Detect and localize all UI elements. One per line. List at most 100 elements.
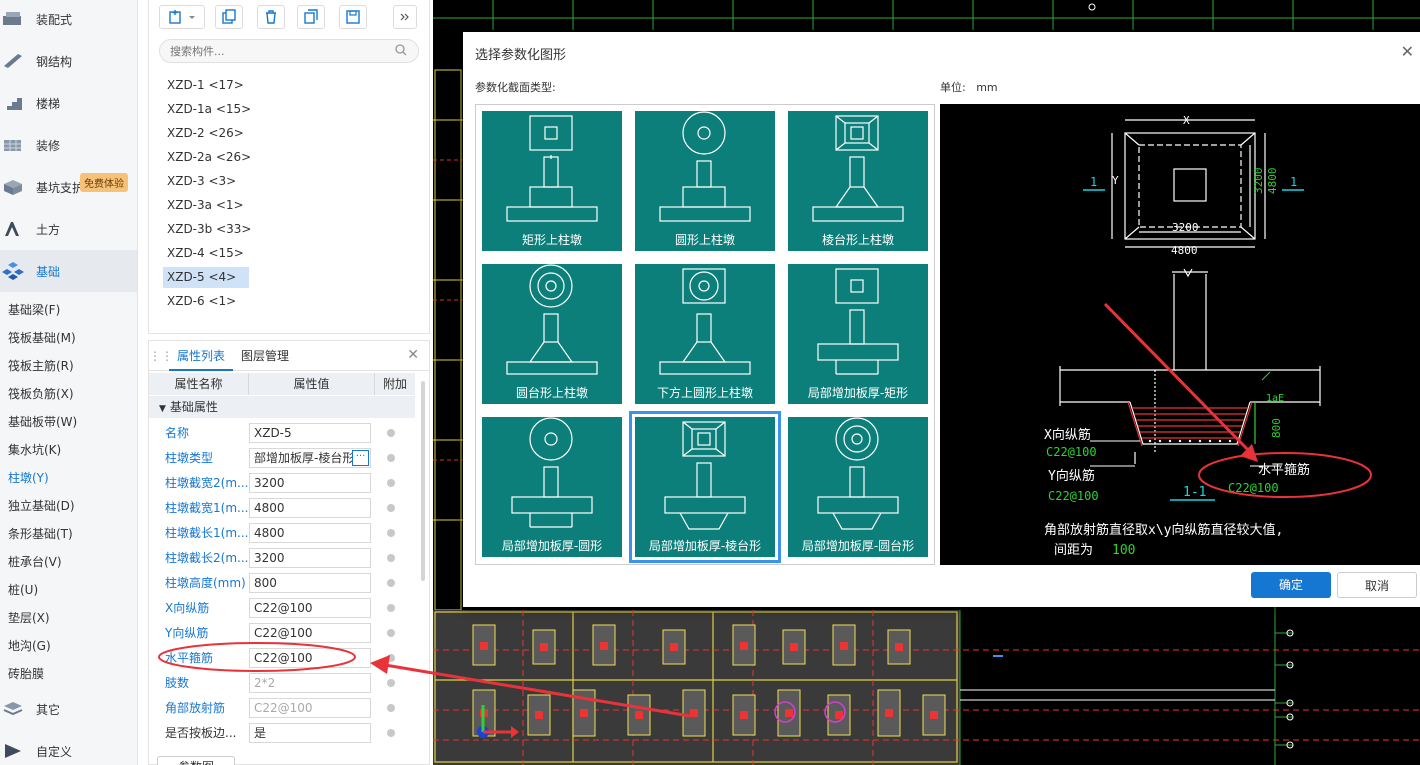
search-icon[interactable]: [395, 44, 407, 59]
attach-checkbox[interactable]: [387, 603, 395, 612]
cancel-button[interactable]: 取消: [1337, 572, 1417, 598]
shape-label: 棱台形上柱墩: [821, 233, 894, 247]
attach-checkbox[interactable]: [387, 428, 395, 437]
attach-checkbox[interactable]: [387, 503, 395, 512]
list-item[interactable]: XZD-4 <15>: [163, 243, 248, 264]
param-diagram-button[interactable]: 参数图: [157, 756, 235, 765]
property-row[interactable]: 名称 XZD-5: [149, 420, 415, 445]
property-row[interactable]: 柱墩截宽1(m... 4800: [149, 495, 415, 520]
category-prefab[interactable]: 装配式: [0, 0, 137, 40]
sidebar-sub-item[interactable]: 条形基础(T): [0, 520, 137, 548]
property-value[interactable]: XZD-5: [249, 422, 371, 443]
shape-tile-square-round-upper[interactable]: 下方上圆形上柱墩: [635, 264, 775, 404]
list-item[interactable]: XZD-3a <1>: [163, 195, 248, 216]
property-row[interactable]: 角部放射筋 C22@100: [149, 695, 415, 720]
save-icon[interactable]: [339, 5, 367, 29]
property-row[interactable]: 柱墩高度(mm) 800: [149, 570, 415, 595]
category-steel[interactable]: 钢结构: [0, 40, 137, 82]
copy-icon[interactable]: [215, 5, 243, 29]
header-value: 属性值: [249, 373, 375, 395]
attach-checkbox[interactable]: [387, 728, 395, 737]
sidebar-sub-item-active[interactable]: 柱墩(Y): [0, 464, 137, 492]
property-value[interactable]: 800: [249, 572, 371, 593]
search-input[interactable]: [159, 39, 419, 63]
collapse-icon[interactable]: ▼: [159, 404, 166, 414]
expand-icon[interactable]: [393, 5, 417, 29]
list-item[interactable]: XZD-2a <26>: [163, 147, 255, 168]
sidebar-sub-item[interactable]: 桩(U): [0, 576, 137, 604]
sidebar-sub-item[interactable]: 筏板主筋(R): [0, 352, 137, 380]
attach-checkbox[interactable]: [387, 478, 395, 487]
scrollbar[interactable]: [421, 381, 425, 581]
sidebar-sub-item[interactable]: 基础梁(F): [0, 296, 137, 324]
shape-tile-cone-upper[interactable]: 圆台形上柱墩: [482, 264, 622, 404]
property-value[interactable]: 2*2: [249, 672, 371, 693]
sidebar-sub-item[interactable]: 垫层(X): [0, 604, 137, 632]
close-icon[interactable]: ✕: [1401, 42, 1414, 61]
category-earthwork[interactable]: 土方: [0, 208, 137, 250]
property-row[interactable]: 柱墩截长2(m... 3200: [149, 545, 415, 570]
more-icon[interactable]: ···: [352, 449, 369, 466]
category-other[interactable]: 其它: [0, 688, 137, 730]
property-value[interactable]: 3200: [249, 472, 371, 493]
shape-tile-rect-upper[interactable]: 矩形上柱墩: [482, 111, 622, 251]
sidebar-sub-item[interactable]: 砖胎膜: [0, 660, 137, 688]
sidebar-sub-item[interactable]: 基础板带(W): [0, 408, 137, 436]
attach-checkbox[interactable]: [387, 653, 395, 662]
sidebar-sub-item[interactable]: 地沟(G): [0, 632, 137, 660]
property-value[interactable]: C22@100: [249, 597, 371, 618]
property-row[interactable]: 是否按板边... 是: [149, 720, 415, 745]
property-row[interactable]: 柱墩截长1(m... 4800: [149, 520, 415, 545]
module-sidebar: 装配式 钢结构 楼梯 装修 基坑支护 土方 基础 免费体验 基础梁(F) 筏板基…: [0, 0, 138, 765]
delete-icon[interactable]: [257, 5, 285, 29]
attach-checkbox[interactable]: [387, 578, 395, 587]
attach-checkbox[interactable]: [387, 628, 395, 637]
sidebar-sub-item[interactable]: 集水坑(K): [0, 436, 137, 464]
property-value[interactable]: 3200: [249, 547, 371, 568]
shape-tile-thicken-circle[interactable]: 局部增加板厚-圆形: [482, 417, 622, 557]
attach-checkbox[interactable]: [387, 453, 395, 462]
sidebar-sub-item[interactable]: 筏板基础(M): [0, 324, 137, 352]
property-value[interactable]: 4800: [249, 497, 371, 518]
attach-checkbox[interactable]: [387, 528, 395, 537]
list-item[interactable]: XZD-3b <33>: [163, 219, 255, 240]
shape-tile-circle-upper[interactable]: 圆形上柱墩: [635, 111, 775, 251]
dim-height-inner: 3200: [1252, 168, 1265, 195]
sidebar-sub-item[interactable]: 桩承台(V): [0, 548, 137, 576]
tab-layers[interactable]: 图层管理: [233, 341, 297, 371]
shape-tile-frustum-upper[interactable]: 棱台形上柱墩: [788, 111, 928, 251]
property-group[interactable]: ▼ 基础属性: [149, 396, 415, 418]
attach-checkbox[interactable]: [387, 553, 395, 562]
sidebar-sub-item[interactable]: 独立基础(D): [0, 492, 137, 520]
shape-tile-thicken-cone[interactable]: 局部增加板厚-圆台形: [788, 417, 928, 557]
list-item[interactable]: XZD-2 <26>: [163, 123, 248, 144]
category-stairs[interactable]: 楼梯: [0, 82, 137, 124]
list-item[interactable]: XZD-6 <1>: [163, 291, 240, 312]
list-item-selected[interactable]: XZD-5 <4>: [163, 267, 249, 288]
property-value[interactable]: 部增加板厚-棱台形 ···: [249, 447, 371, 468]
ok-button[interactable]: 确定: [1251, 572, 1331, 598]
other-icon: [2, 698, 24, 720]
close-icon[interactable]: ✕: [407, 347, 419, 363]
category-decoration[interactable]: 装修: [0, 124, 137, 166]
list-item[interactable]: XZD-1a <15>: [163, 99, 255, 120]
category-custom[interactable]: 自定义: [0, 730, 137, 765]
property-value[interactable]: 是: [249, 722, 371, 743]
property-value[interactable]: 4800: [249, 522, 371, 543]
property-value[interactable]: C22@100: [249, 697, 371, 718]
list-item[interactable]: XZD-3 <3>: [163, 171, 240, 192]
copy-to-floor-icon[interactable]: [297, 5, 325, 29]
property-row[interactable]: 柱墩类型 部增加板厚-棱台形 ···: [149, 445, 415, 470]
property-row[interactable]: 柱墩截宽2(m... 3200: [149, 470, 415, 495]
drag-handle-icon[interactable]: ⋮⋮: [149, 349, 173, 363]
sidebar-sub-item[interactable]: 筏板负筋(X): [0, 380, 137, 408]
shape-tile-thicken-rect[interactable]: 局部增加板厚-矩形: [788, 264, 928, 404]
attach-checkbox[interactable]: [387, 703, 395, 712]
list-item[interactable]: XZD-1 <17>: [163, 75, 248, 96]
new-component-button[interactable]: [159, 5, 205, 29]
category-foundation[interactable]: 基础: [0, 250, 137, 292]
attach-checkbox[interactable]: [387, 678, 395, 687]
property-row[interactable]: X向纵筋 C22@100: [149, 595, 415, 620]
tab-properties[interactable]: 属性列表: [169, 341, 234, 371]
shape-tile-thicken-frustum-selected[interactable]: 局部增加板厚-棱台形: [629, 411, 781, 563]
